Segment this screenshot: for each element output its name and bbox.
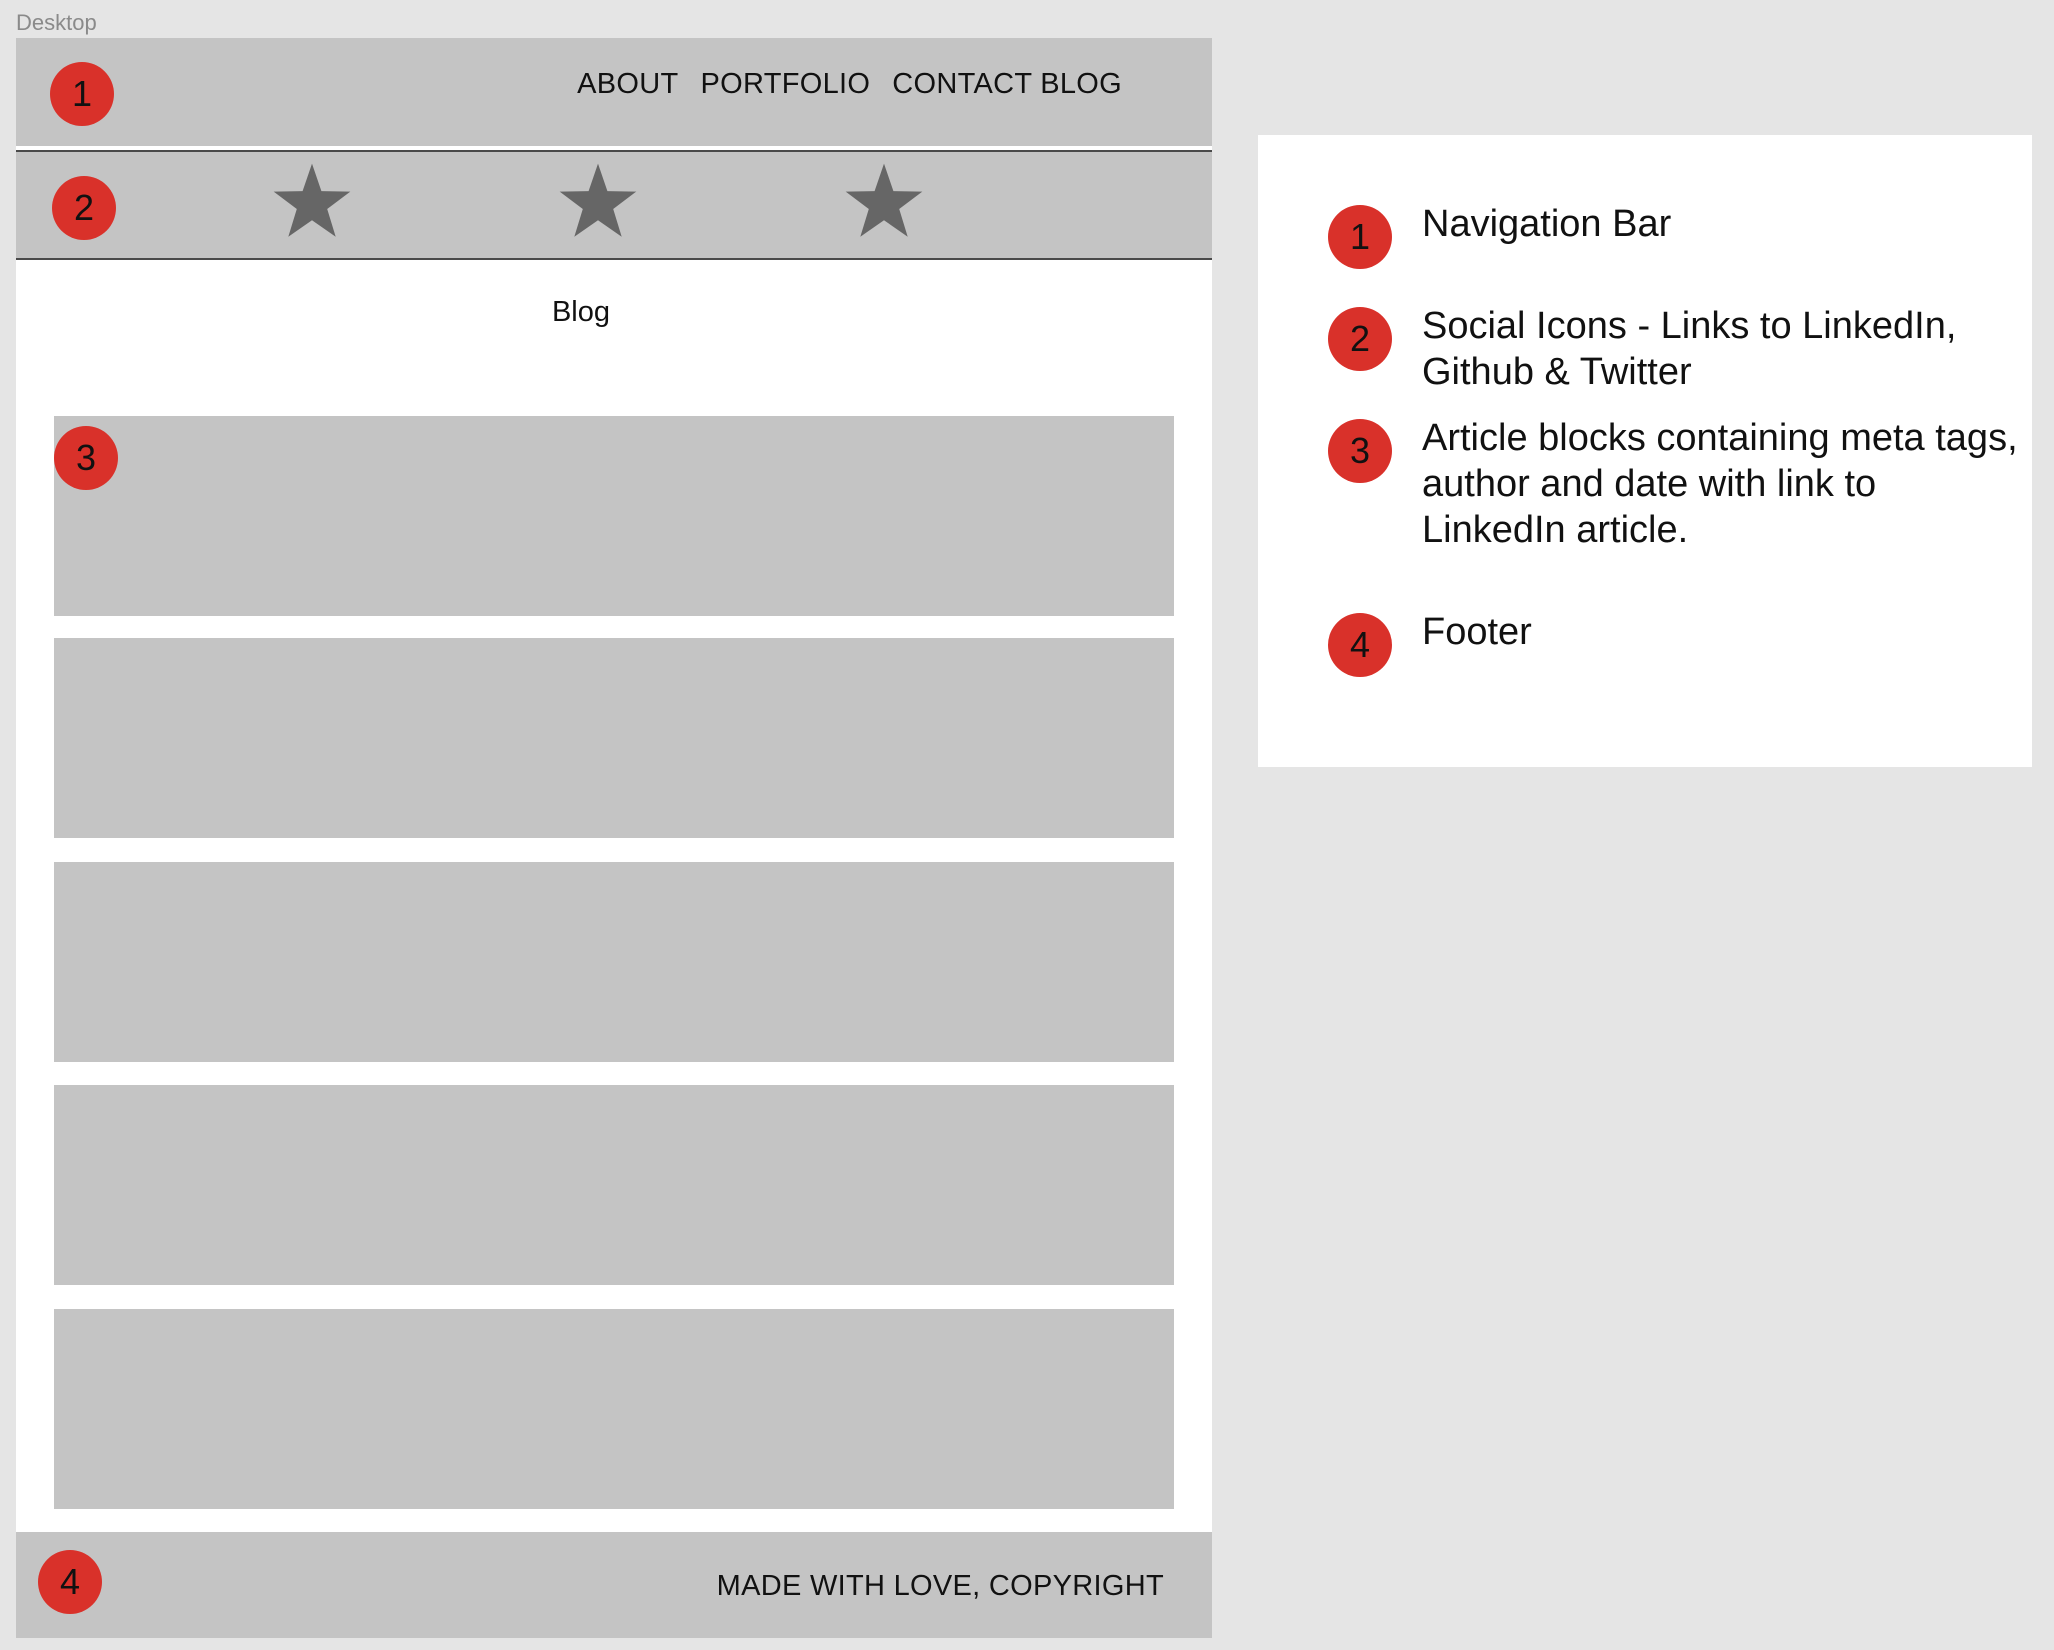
nav-link-about[interactable]: ABOUT: [577, 68, 678, 101]
footer: 4 MADE WITH LOVE, COPYRIGHT: [16, 1532, 1212, 1638]
star-icon[interactable]: [270, 162, 354, 246]
nav-link-portfolio[interactable]: PORTFOLIO: [701, 68, 871, 101]
star-icon[interactable]: [556, 162, 640, 246]
legend-panel: 1 Navigation Bar 2 Social Icons - Links …: [1258, 135, 2032, 767]
canvas: Desktop 1 ABOUT PORTFOLIO CONTACT BLOG 2: [0, 0, 2054, 1650]
star-icon[interactable]: [842, 162, 926, 246]
legend-marker: 4: [1328, 613, 1392, 677]
article-block[interactable]: 3: [54, 416, 1174, 616]
article-block[interactable]: [54, 862, 1174, 1062]
legend-marker: 3: [1328, 419, 1392, 483]
frame-label: Desktop: [16, 10, 97, 35]
navigation-bar: 1 ABOUT PORTFOLIO CONTACT BLOG: [16, 38, 1212, 146]
legend-marker: 1: [1328, 205, 1392, 269]
article-block[interactable]: [54, 1309, 1174, 1509]
annotation-marker-1: 1: [50, 62, 114, 126]
annotation-marker-3: 3: [54, 426, 118, 490]
legend-marker: 2: [1328, 307, 1392, 371]
nav-links: ABOUT PORTFOLIO CONTACT BLOG: [577, 68, 1122, 101]
legend-text: Footer: [1422, 611, 1532, 653]
legend-text: Article blocks containing meta tags, aut…: [1422, 417, 2018, 551]
legend-text: Social Icons - Links to LinkedIn, Github…: [1422, 305, 1957, 393]
article-block[interactable]: [54, 1085, 1174, 1285]
page-title: Blog: [551, 296, 611, 328]
annotation-marker-2: 2: [52, 176, 116, 240]
nav-link-contact-blog[interactable]: CONTACT BLOG: [892, 68, 1122, 101]
social-icons-bar: 2: [16, 150, 1212, 260]
legend-text: Navigation Bar: [1422, 203, 1672, 245]
annotation-marker-4: 4: [38, 1550, 102, 1614]
article-block[interactable]: [54, 638, 1174, 838]
desktop-artboard: 1 ABOUT PORTFOLIO CONTACT BLOG 2 Blog 3: [16, 38, 1212, 1638]
footer-text: MADE WITH LOVE, COPYRIGHT: [716, 1570, 1164, 1602]
